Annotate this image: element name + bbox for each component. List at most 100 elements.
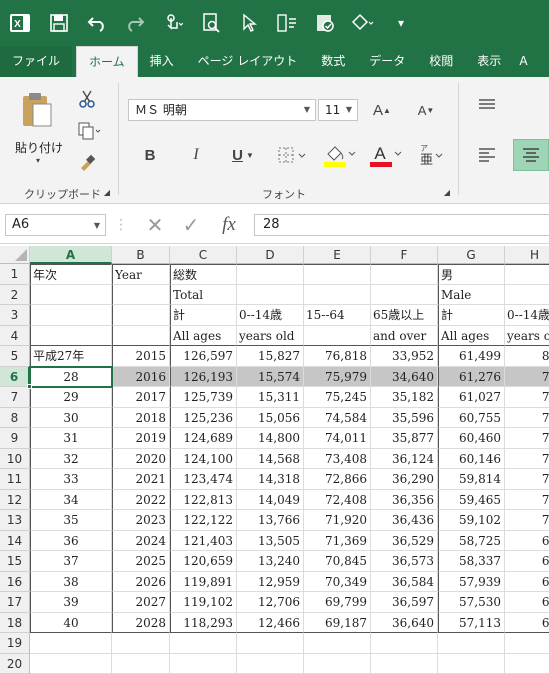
row-header[interactable]: 18 — [0, 613, 30, 634]
table-cell[interactable]: 70,349 — [304, 572, 371, 593]
table-cell[interactable]: 15--64 — [304, 305, 371, 326]
column-header-e[interactable]: E — [304, 246, 371, 264]
undo-icon[interactable] — [84, 10, 110, 36]
row-header[interactable]: 10 — [0, 449, 30, 470]
table-cell[interactable]: 58,337 — [438, 551, 505, 572]
table-cell[interactable]: All ages — [438, 326, 505, 347]
table-cell[interactable]: 年次 — [30, 264, 112, 285]
table-cell[interactable]: 7,8 — [505, 387, 549, 408]
formula-input[interactable]: 28 — [254, 214, 549, 236]
table-cell[interactable]: 14,318 — [237, 469, 304, 490]
table-cell[interactable]: 119,102 — [170, 592, 237, 613]
table-cell[interactable]: 36 — [30, 531, 112, 552]
table-cell[interactable]: 60,146 — [438, 449, 505, 470]
table-cell[interactable] — [505, 285, 549, 306]
table-cell[interactable]: 40 — [30, 613, 112, 634]
column-header-g[interactable]: G — [438, 246, 505, 264]
table-cell[interactable] — [371, 285, 438, 306]
table-cell[interactable] — [237, 285, 304, 306]
table-cell[interactable]: 0--14歳 — [505, 305, 549, 326]
table-cell[interactable]: 2026 — [112, 572, 170, 593]
table-cell[interactable]: 36,436 — [371, 510, 438, 531]
empty-cell[interactable] — [304, 633, 371, 654]
table-cell[interactable]: 38 — [30, 572, 112, 593]
table-cell[interactable]: 74,011 — [304, 428, 371, 449]
table-cell[interactable]: 36,584 — [371, 572, 438, 593]
table-cell[interactable]: 6,3 — [505, 613, 549, 634]
table-cell[interactable]: 2018 — [112, 408, 170, 429]
format-painter-icon[interactable] — [74, 151, 100, 175]
row-header[interactable]: 8 — [0, 408, 30, 429]
chevron-down-icon[interactable]: ▼ — [341, 100, 357, 120]
table-cell[interactable]: 119,891 — [170, 572, 237, 593]
redo-icon[interactable] — [122, 10, 148, 36]
formula-bar-grip-icon[interactable]: ⋮ — [116, 214, 126, 236]
tab-home[interactable]: ホーム — [76, 46, 138, 77]
save-icon[interactable] — [46, 10, 72, 36]
row-header[interactable]: 5 — [0, 346, 30, 367]
table-cell[interactable]: 72,408 — [304, 490, 371, 511]
table-cell[interactable]: 28 — [30, 367, 112, 388]
table-cell[interactable]: 2027 — [112, 592, 170, 613]
empty-cell[interactable] — [438, 633, 505, 654]
table-cell[interactable]: 12,959 — [237, 572, 304, 593]
table-cell[interactable] — [30, 305, 112, 326]
tab-view[interactable]: 表示 — [465, 46, 513, 77]
table-cell[interactable]: 計 — [170, 305, 237, 326]
row-header[interactable]: 7 — [0, 387, 30, 408]
cut-icon[interactable] — [74, 87, 100, 111]
table-cell[interactable]: 15,574 — [237, 367, 304, 388]
table-cell[interactable]: 平成27年 — [30, 346, 112, 367]
table-cell[interactable]: 男 — [438, 264, 505, 285]
table-cell[interactable]: 2021 — [112, 469, 170, 490]
table-cell[interactable]: 7,2 — [505, 490, 549, 511]
table-cell[interactable]: 6,5 — [505, 592, 549, 613]
table-cell[interactable]: 126,597 — [170, 346, 237, 367]
table-cell[interactable]: 35,596 — [371, 408, 438, 429]
empty-cell[interactable] — [371, 633, 438, 654]
table-cell[interactable]: 2020 — [112, 449, 170, 470]
table-cell[interactable]: years old — [237, 326, 304, 347]
table-cell[interactable]: 34,640 — [371, 367, 438, 388]
table-cell[interactable]: 34 — [30, 490, 112, 511]
clipboard-dialog-launcher-icon[interactable]: ◢ — [102, 187, 112, 197]
empty-cell[interactable] — [371, 654, 438, 674]
table-cell[interactable]: 57,113 — [438, 613, 505, 634]
table-cell[interactable]: 35,877 — [371, 428, 438, 449]
empty-cell[interactable] — [505, 654, 549, 674]
table-cell[interactable] — [30, 285, 112, 306]
table-cell[interactable]: 70,845 — [304, 551, 371, 572]
empty-cell[interactable] — [438, 654, 505, 674]
table-cell[interactable]: 29 — [30, 387, 112, 408]
chevron-down-icon[interactable]: ▼ — [89, 216, 105, 236]
row-header[interactable]: 4 — [0, 326, 30, 347]
tab-review[interactable]: 校閲 — [417, 46, 465, 77]
table-cell[interactable]: 69,187 — [304, 613, 371, 634]
worksheet-grid[interactable]: ABCDEFGH1234567891011121314151617181920年… — [0, 246, 549, 661]
column-header-h[interactable]: H — [505, 246, 549, 264]
align-left-icon[interactable] — [470, 141, 504, 169]
tab-file[interactable]: ファイル — [0, 46, 72, 77]
table-cell[interactable]: 15,056 — [237, 408, 304, 429]
font-name-combobox[interactable]: ＭＳ 明朝 ▼ — [128, 99, 316, 121]
table-cell[interactable]: 36,640 — [371, 613, 438, 634]
table-cell[interactable]: 14,568 — [237, 449, 304, 470]
empty-cell[interactable] — [30, 654, 112, 674]
table-cell[interactable] — [112, 305, 170, 326]
table-cell[interactable]: 6,6 — [505, 572, 549, 593]
row-header[interactable]: 14 — [0, 531, 30, 552]
empty-cell[interactable] — [505, 633, 549, 654]
table-cell[interactable]: Total — [170, 285, 237, 306]
column-header-d[interactable]: D — [237, 246, 304, 264]
enter-icon[interactable]: ✓ — [176, 214, 206, 236]
increase-font-size-icon[interactable]: A▲ — [370, 99, 394, 121]
table-cell[interactable]: 2024 — [112, 531, 170, 552]
table-cell[interactable]: 36,124 — [371, 449, 438, 470]
table-cell[interactable]: 0--14歳 — [237, 305, 304, 326]
table-cell[interactable]: 13,766 — [237, 510, 304, 531]
table-cell[interactable] — [371, 264, 438, 285]
check-sheet-icon[interactable] — [312, 10, 338, 36]
table-cell[interactable]: 31 — [30, 428, 112, 449]
paste-dropdown-icon[interactable]: ▾ — [32, 155, 44, 165]
table-cell[interactable]: Male — [438, 285, 505, 306]
